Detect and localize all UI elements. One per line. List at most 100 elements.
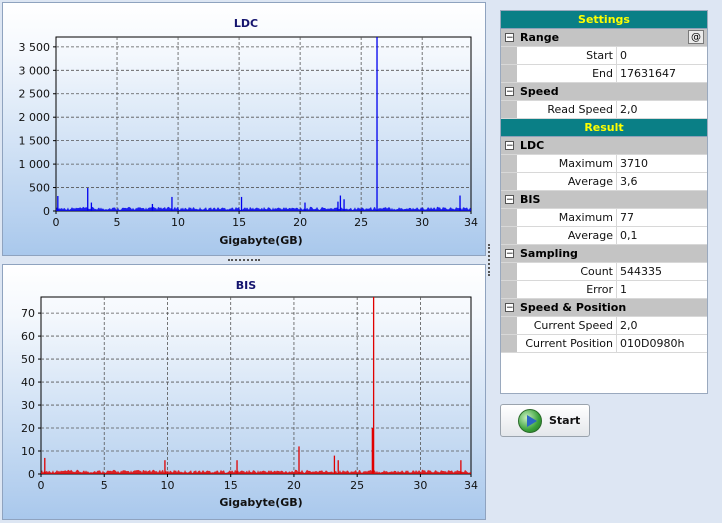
collapse-icon[interactable]: − <box>505 303 514 313</box>
category-label: Speed <box>520 85 559 98</box>
ldc-y-tick-label: 500 <box>29 182 50 195</box>
property-row-start[interactable]: Start 0 <box>501 47 707 65</box>
category-label: BIS <box>520 193 541 206</box>
ldc-x-tick-label: 34 <box>464 216 478 229</box>
category-label: Range <box>520 31 560 44</box>
chart-splitter[interactable] <box>2 256 486 264</box>
ldc-x-tick-label: 30 <box>415 216 429 229</box>
ldc-baseline-series <box>56 206 471 211</box>
property-row-bis-average[interactable]: Average 0,1 <box>501 227 707 245</box>
collapse-icon[interactable]: − <box>505 33 514 43</box>
bis-x-axis-label: Gigabyte(GB) <box>219 496 302 509</box>
property-label: Maximum <box>517 155 617 172</box>
property-label: Error <box>517 281 617 298</box>
start-button[interactable]: Start <box>500 404 590 437</box>
property-row-ldc-maximum[interactable]: Maximum 3710 <box>501 155 707 173</box>
category-speed[interactable]: − Speed <box>501 83 707 101</box>
property-label: Start <box>517 47 617 64</box>
range-at-button[interactable]: @ <box>688 30 704 44</box>
error-value[interactable]: 1 <box>617 281 707 298</box>
bis-x-tick-label: 0 <box>38 479 45 492</box>
bis-x-tick-label: 5 <box>101 479 108 492</box>
end-value[interactable]: 17631647 <box>617 65 707 82</box>
panel-splitter[interactable] <box>486 0 492 523</box>
bis-y-tick-label: 70 <box>21 307 35 320</box>
property-row-error[interactable]: Error 1 <box>501 281 707 299</box>
bis-y-tick-label: 30 <box>21 399 35 412</box>
ldc-x-tick-label: 0 <box>53 216 60 229</box>
ldc-x-axis-label: Gigabyte(GB) <box>219 234 302 247</box>
ldc-maximum-value[interactable]: 3710 <box>617 155 707 172</box>
splitter-grip-vertical[interactable] <box>488 244 492 276</box>
ldc-plot-frame <box>55 36 472 212</box>
current-position-value[interactable]: 010D0980h <box>617 335 707 352</box>
ldc-x-tick-label: 5 <box>114 216 121 229</box>
bis-y-tick-label: 60 <box>21 330 35 343</box>
category-label: Speed & Position <box>520 301 627 314</box>
read-speed-value[interactable]: 2,0 <box>617 101 707 118</box>
bis-x-tick-label: 25 <box>350 479 364 492</box>
collapse-icon[interactable]: − <box>505 195 514 205</box>
bis-y-tick-label: 50 <box>21 353 35 366</box>
bis-average-value[interactable]: 0,1 <box>617 227 707 244</box>
property-row-ldc-average[interactable]: Average 3,6 <box>501 173 707 191</box>
property-label: Average <box>517 227 617 244</box>
collapse-icon[interactable]: − <box>505 141 514 151</box>
current-speed-value[interactable]: 2,0 <box>617 317 707 334</box>
ldc-y-tick-label: 1 500 <box>19 135 51 148</box>
category-label: Sampling <box>520 247 578 260</box>
property-label: Count <box>517 263 617 280</box>
start-value[interactable]: 0 <box>617 47 707 64</box>
ldc-y-tick-label: 0 <box>43 205 50 218</box>
ldc-chart-panel: LDC Gigabyte(GB) 0 500 1 000 1 500 2 000 2 50… <box>2 2 486 256</box>
bis-chart-panel: BIS Gigabyte(GB) 0 10 20 30 40 50 60 70 0 5 10 15 20… <box>2 264 486 520</box>
ldc-y-tick-label: 3 500 <box>19 41 51 54</box>
collapse-icon[interactable]: − <box>505 87 514 97</box>
property-label: Current Speed <box>517 317 617 334</box>
bis-plot-frame <box>40 296 472 475</box>
category-range[interactable]: − Range @ <box>501 29 707 47</box>
property-label: Read Speed <box>517 101 617 118</box>
bis-y-tick-label: 0 <box>28 468 35 481</box>
ldc-y-tick-label: 2 500 <box>19 88 51 101</box>
category-bis[interactable]: − BIS <box>501 191 707 209</box>
ldc-y-tick-label: 2 000 <box>19 111 51 124</box>
ldc-x-tick-label: 20 <box>293 216 307 229</box>
ldc-y-tick-label: 3 000 <box>19 64 51 77</box>
property-label: Maximum <box>517 209 617 226</box>
count-value[interactable]: 544335 <box>617 263 707 280</box>
ldc-average-value[interactable]: 3,6 <box>617 173 707 190</box>
bis-y-tick-label: 10 <box>21 445 35 458</box>
bis-y-tick-label: 20 <box>21 422 35 435</box>
property-row-count[interactable]: Count 544335 <box>501 263 707 281</box>
settings-header: Settings <box>501 11 707 29</box>
bis-baseline-series <box>41 469 471 474</box>
bis-x-tick-label: 15 <box>224 479 238 492</box>
category-speed-position[interactable]: − Speed & Position <box>501 299 707 317</box>
splitter-grip[interactable] <box>228 259 260 263</box>
bis-chart-title: BIS <box>236 279 256 292</box>
bis-x-tick-label: 30 <box>413 479 427 492</box>
bis-chart: BIS Gigabyte(GB) 0 10 20 30 40 50 60 70 0 5 10 15 20… <box>21 279 478 509</box>
bis-maximum-value[interactable]: 77 <box>617 209 707 226</box>
category-sampling[interactable]: − Sampling <box>501 245 707 263</box>
property-row-current-speed[interactable]: Current Speed 2,0 <box>501 317 707 335</box>
bis-x-tick-label: 20 <box>287 479 301 492</box>
play-icon <box>518 408 542 433</box>
property-grid: Settings − Range @ Start 0 End 17631647 … <box>500 10 708 394</box>
bis-x-tick-label: 34 <box>464 479 478 492</box>
bis-x-tick-label: 10 <box>160 479 174 492</box>
collapse-icon[interactable]: − <box>505 249 514 259</box>
property-row-current-position[interactable]: Current Position 010D0980h <box>501 335 707 353</box>
ldc-x-tick-label: 15 <box>232 216 246 229</box>
ldc-x-tick-label: 25 <box>354 216 368 229</box>
ldc-y-tick-label: 1 000 <box>19 158 51 171</box>
property-label: Average <box>517 173 617 190</box>
property-row-bis-maximum[interactable]: Maximum 77 <box>501 209 707 227</box>
category-ldc[interactable]: − LDC <box>501 137 707 155</box>
bis-y-tick-label: 40 <box>21 376 35 389</box>
property-row-end[interactable]: End 17631647 <box>501 65 707 83</box>
property-label: End <box>517 65 617 82</box>
ldc-x-tick-label: 10 <box>171 216 185 229</box>
property-row-read-speed[interactable]: Read Speed 2,0 <box>501 101 707 119</box>
